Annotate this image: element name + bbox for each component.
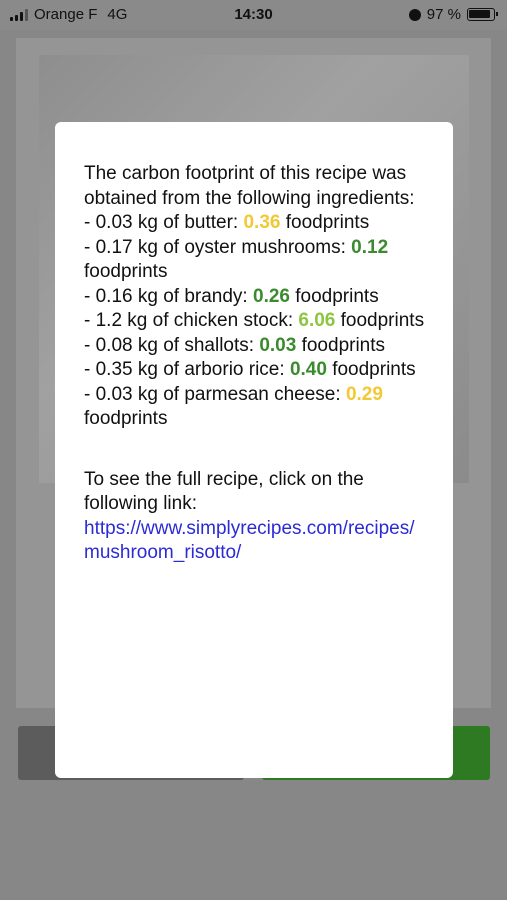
- foodprint-value: 6.06: [298, 310, 336, 331]
- foodprint-value: 0.36: [243, 212, 281, 233]
- foodprint-unit: foodprints: [335, 310, 425, 331]
- status-right: 97 %: [408, 6, 498, 23]
- ingredient-text: - 1.2 kg of chicken stock:: [84, 310, 299, 331]
- alarm-icon: [408, 8, 421, 21]
- ingredient-text: - 0.35 kg of arborio rice:: [84, 359, 290, 380]
- ingredient-item: - 0.03 kg of parmesan cheese: 0.29 foodp…: [84, 383, 425, 432]
- foodprint-value: 0.40: [289, 359, 327, 380]
- ingredient-text: - 0.03 kg of parmesan cheese:: [84, 383, 346, 405]
- carbon-footprint-modal: The carbon footprint of this recipe was …: [55, 122, 453, 778]
- ingredient-item: - 0.03 kg of butter: 0.36 foodprints: [84, 211, 425, 236]
- ingredient-text: - 0.03 kg of butter:: [84, 212, 244, 233]
- battery-percent: 97 %: [426, 6, 461, 23]
- ingredient-item: - 0.16 kg of brandy: 0.26 foodprints: [84, 285, 425, 310]
- ingredient-item: - 0.35 kg of arborio rice: 0.40 foodprin…: [84, 358, 425, 383]
- ingredient-text: - 0.17 kg of oyster mushrooms:: [84, 236, 352, 258]
- foodprint-value: 0.12: [351, 236, 389, 258]
- modal-intro: The carbon footprint of this recipe was …: [84, 163, 415, 209]
- foodprint-value: 0.03: [259, 334, 297, 356]
- foodprint-value: 0.29: [345, 383, 383, 405]
- foodprint-unit: foodprints: [84, 408, 168, 429]
- see-full-recipe-text: To see the full recipe, click on the fol…: [84, 468, 364, 515]
- ingredient-item: - 0.08 kg of shallots: 0.03 foodprints: [84, 334, 425, 359]
- foodprint-unit: foodprints: [289, 285, 379, 307]
- foodprint-unit: foodprints: [84, 261, 168, 282]
- foodprint-unit: foodprints: [296, 334, 386, 356]
- foodprint-unit: foodprints: [326, 359, 416, 380]
- ingredient-list: - 0.03 kg of butter: 0.36 foodprints - 0.…: [84, 211, 425, 432]
- status-bar: Orange F 4G 14:30 97 %: [0, 0, 507, 30]
- recipe-link[interactable]: https://www.simplyrecipes.com/recipes/mu…: [84, 517, 425, 566]
- battery-icon: [467, 8, 498, 21]
- ingredient-item: - 0.17 kg of oyster mushrooms: 0.12 food…: [84, 236, 425, 285]
- foodprint-unit: foodprints: [280, 212, 370, 233]
- ingredient-text: - 0.08 kg of shallots:: [84, 334, 260, 356]
- foodprint-value: 0.26: [253, 285, 290, 307]
- ingredient-item: - 1.2 kg of chicken stock: 6.06 foodprin…: [84, 309, 425, 334]
- ingredient-text: - 0.16 kg of brandy:: [84, 285, 253, 307]
